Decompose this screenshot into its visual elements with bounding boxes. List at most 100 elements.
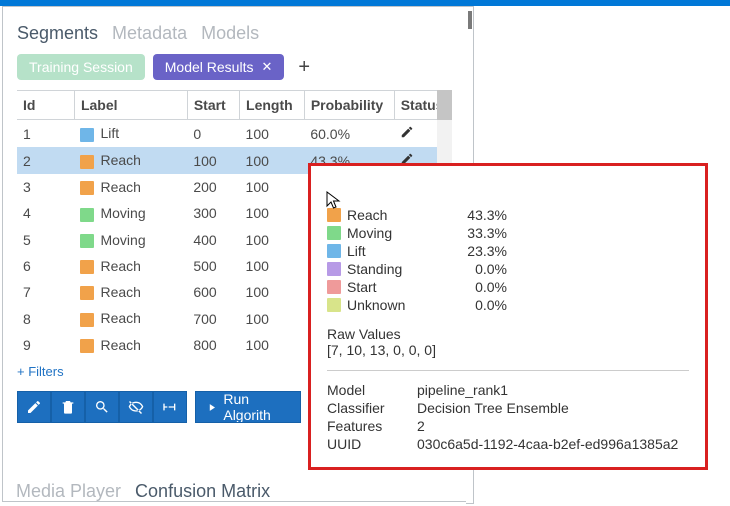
add-session-button[interactable]: + bbox=[292, 56, 310, 79]
cell-id: 8 bbox=[17, 305, 74, 331]
table-scrollbar-thumb[interactable] bbox=[437, 90, 452, 120]
col-length[interactable]: Length bbox=[240, 91, 305, 120]
label-swatch bbox=[80, 260, 94, 274]
run-label: Run Algorith bbox=[223, 391, 290, 423]
prob-value: 23.3% bbox=[447, 243, 507, 259]
prob-label: Lift bbox=[347, 243, 447, 259]
table-row[interactable]: 1Lift010060.0% bbox=[17, 120, 452, 148]
classifier-key: Classifier bbox=[327, 400, 417, 416]
hide-button[interactable] bbox=[119, 391, 153, 423]
prob-label: Moving bbox=[347, 225, 447, 241]
run-algorithm-button[interactable]: Run Algorith bbox=[195, 391, 301, 423]
model-key: Model bbox=[327, 382, 417, 398]
cell-id: 5 bbox=[17, 227, 74, 253]
tooltip-prob-row: Start0.0% bbox=[327, 278, 689, 296]
cell-label: Lift bbox=[74, 120, 187, 148]
cell-id: 2 bbox=[17, 147, 74, 174]
prob-value: 33.3% bbox=[447, 225, 507, 241]
tab-media-player[interactable]: Media Player bbox=[16, 481, 121, 502]
prob-swatch bbox=[327, 262, 341, 276]
chip-label: Training Session bbox=[29, 59, 133, 75]
cell-id: 6 bbox=[17, 253, 74, 279]
cell-label: Reach bbox=[74, 332, 187, 358]
play-icon bbox=[206, 401, 217, 414]
label-swatch bbox=[80, 128, 94, 142]
cell-start: 800 bbox=[187, 332, 239, 358]
chip-label: Model Results bbox=[165, 59, 254, 75]
cell-start: 500 bbox=[187, 253, 239, 279]
tab-segments[interactable]: Segments bbox=[17, 23, 98, 44]
prob-label: Unknown bbox=[347, 297, 447, 313]
cell-id: 3 bbox=[17, 174, 74, 200]
cell-label: Reach bbox=[74, 253, 187, 279]
uuid-value: 030c6a5d-1192-4caa-b2ef-ed996a1385a2 bbox=[417, 436, 678, 452]
cell-start: 600 bbox=[187, 279, 239, 305]
link-button[interactable] bbox=[153, 391, 187, 423]
edit-button[interactable] bbox=[17, 391, 51, 423]
cell-label: Moving bbox=[74, 227, 187, 253]
label-swatch bbox=[80, 286, 94, 300]
raw-values: [7, 10, 13, 0, 0, 0] bbox=[327, 342, 689, 358]
zoom-button[interactable] bbox=[85, 391, 119, 423]
model-value: pipeline_rank1 bbox=[417, 382, 508, 398]
cell-start: 200 bbox=[187, 174, 239, 200]
cell-id: 9 bbox=[17, 332, 74, 358]
table-header-row: Id Label Start Length Probability Status bbox=[17, 91, 452, 120]
cell-start: 400 bbox=[187, 227, 239, 253]
classifier-value: Decision Tree Ensemble bbox=[417, 400, 569, 416]
cell-id: 4 bbox=[17, 200, 74, 226]
cell-length: 100 bbox=[240, 253, 305, 279]
session-chips: Training Session Model Results ✕ + bbox=[3, 54, 466, 90]
cell-start: 0 bbox=[187, 120, 239, 148]
raw-values-label: Raw Values bbox=[327, 326, 689, 342]
features-key: Features bbox=[327, 418, 417, 434]
cell-label: Reach bbox=[74, 147, 187, 174]
main-tabs: Segments Metadata Models bbox=[3, 7, 466, 54]
cell-length: 100 bbox=[240, 147, 305, 174]
label-swatch bbox=[80, 208, 94, 222]
cell-start: 300 bbox=[187, 200, 239, 226]
cell-label: Reach bbox=[74, 279, 187, 305]
prob-value: 0.0% bbox=[447, 279, 507, 295]
label-swatch bbox=[80, 234, 94, 248]
cell-start: 100 bbox=[187, 147, 239, 174]
cell-label: Moving bbox=[74, 200, 187, 226]
col-id[interactable]: Id bbox=[17, 91, 74, 120]
col-probability[interactable]: Probability bbox=[304, 91, 394, 120]
chip-model-results[interactable]: Model Results ✕ bbox=[153, 54, 285, 80]
prob-label: Standing bbox=[347, 261, 447, 277]
col-label[interactable]: Label bbox=[74, 91, 187, 120]
cell-length: 100 bbox=[240, 227, 305, 253]
label-swatch bbox=[80, 339, 94, 353]
cell-prob: 60.0% bbox=[304, 120, 394, 148]
cell-length: 100 bbox=[240, 174, 305, 200]
delete-button[interactable] bbox=[51, 391, 85, 423]
col-start[interactable]: Start bbox=[187, 91, 239, 120]
prob-value: 0.0% bbox=[447, 261, 507, 277]
cell-start: 700 bbox=[187, 305, 239, 331]
cell-length: 100 bbox=[240, 120, 305, 148]
chip-training-session[interactable]: Training Session bbox=[17, 54, 145, 80]
tooltip-prob-row: Unknown0.0% bbox=[327, 296, 689, 314]
tab-models[interactable]: Models bbox=[201, 23, 259, 44]
cell-length: 100 bbox=[240, 305, 305, 331]
label-swatch bbox=[80, 181, 94, 195]
cell-id: 7 bbox=[17, 279, 74, 305]
tab-confusion-matrix[interactable]: Confusion Matrix bbox=[135, 481, 270, 502]
cell-id: 1 bbox=[17, 120, 74, 148]
tab-metadata[interactable]: Metadata bbox=[112, 23, 187, 44]
panel-grip-icon[interactable] bbox=[468, 11, 472, 29]
cell-length: 100 bbox=[240, 200, 305, 226]
tooltip-prob-row: Reach43.3% bbox=[327, 206, 689, 224]
features-value: 2 bbox=[417, 418, 425, 434]
cell-label: Reach bbox=[74, 174, 187, 200]
tooltip-prob-row: Lift23.3% bbox=[327, 242, 689, 260]
prob-swatch bbox=[327, 244, 341, 258]
prob-label: Reach bbox=[347, 207, 447, 223]
edit-icon[interactable] bbox=[400, 125, 414, 139]
prob-swatch bbox=[327, 298, 341, 312]
cell-label: Reach bbox=[74, 305, 187, 331]
close-icon[interactable]: ✕ bbox=[261, 59, 272, 75]
bottom-tabs: Media Player Confusion Matrix bbox=[16, 481, 270, 502]
tooltip-prob-row: Moving33.3% bbox=[327, 224, 689, 242]
